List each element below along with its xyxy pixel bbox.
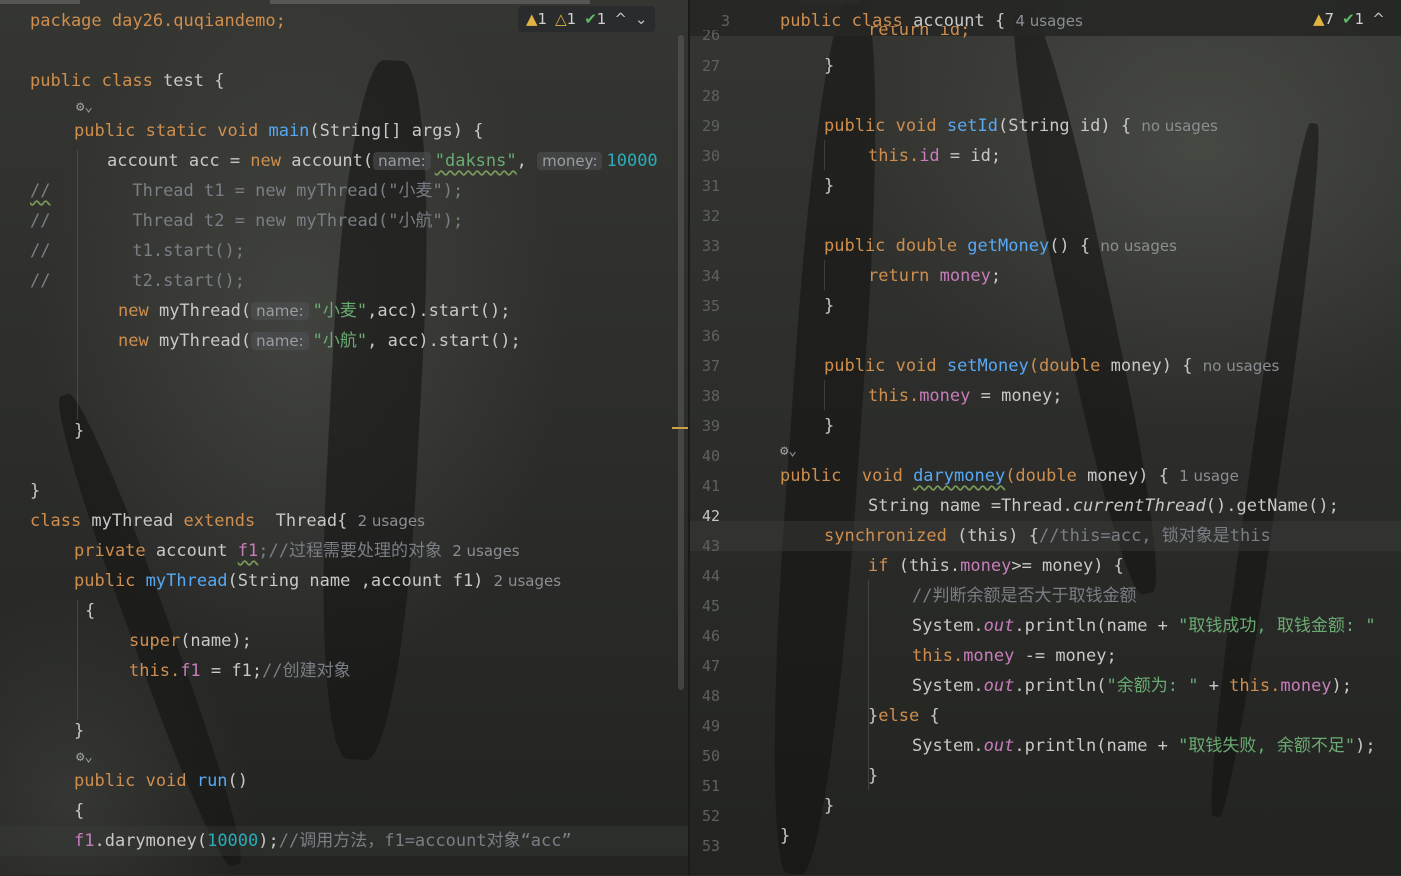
code-line[interactable]: public void setMoney(double money) { no …	[690, 351, 1401, 381]
code-line[interactable]: return id;	[690, 26, 1401, 40]
code-line[interactable]: public static void main(String[] args) {	[0, 116, 688, 146]
parameter-hint: money:	[537, 152, 603, 170]
parameter-hint: name:	[251, 302, 309, 320]
package-statement: package day26.quqiandemo;	[30, 11, 286, 31]
usages-hint[interactable]: 2 usages	[494, 572, 561, 590]
code-line[interactable]: //判断余额是否大于取钱金额	[690, 581, 1401, 611]
horizontal-scroll-indicator[interactable]	[270, 0, 590, 4]
usages-hint[interactable]: no usages	[1203, 357, 1280, 375]
code-line[interactable]: public void darymoney(double money) { 1 …	[690, 461, 1401, 491]
code-line[interactable]: System.out.println(name + "取钱成功, 取钱金额: "	[690, 611, 1401, 641]
code-line[interactable]: class myThread extends Thread{ 2 usages	[0, 506, 688, 536]
code-line[interactable]: f1.darymoney(10000);//调用方法，f1=account对象“…	[0, 826, 688, 856]
code-line[interactable]: this.money = money;	[690, 381, 1401, 411]
code-line[interactable]: this.id = id;	[690, 141, 1401, 171]
code-line[interactable]: private account f1;//过程需要处理的对象 2 usages	[0, 536, 688, 566]
parameter-hint: name:	[251, 332, 309, 350]
code-line[interactable]: }	[0, 476, 688, 506]
code-line[interactable]: }else {	[690, 701, 1401, 731]
code-line[interactable]: this.money -= money;	[690, 641, 1401, 671]
code-line[interactable]: new myThread(name: "小麦",acc).start();	[0, 296, 688, 326]
code-line[interactable]: }	[0, 416, 688, 446]
code-line[interactable]: this.f1 = f1;//创建对象	[0, 656, 688, 686]
usages-hint[interactable]: no usages	[1100, 237, 1177, 255]
parameter-hint: name:	[373, 152, 431, 170]
code-line[interactable]: public void run()	[0, 766, 688, 796]
code-line[interactable]: String name =Thread.currentThread().getN…	[690, 491, 1401, 521]
line-number: 28	[701, 87, 720, 105]
code-line[interactable]: public double getMoney() { no usages	[690, 231, 1401, 261]
code-line[interactable]: }	[690, 291, 1401, 321]
left-editor-pane[interactable]: ▲1 △1 ✔1 ^ ⌄ package day26.quqiandemo; p…	[0, 0, 688, 875]
code-line[interactable]: public void setId(String id) { no usages	[690, 111, 1401, 141]
code-line[interactable]: if (this.money>= money) {	[690, 551, 1401, 581]
code-line[interactable]: }	[690, 171, 1401, 201]
code-line[interactable]: }	[690, 761, 1401, 791]
usages-hint[interactable]: 2 usages	[452, 542, 519, 560]
code-line[interactable]: account acc = new account(name: "daksns",…	[0, 146, 688, 176]
usages-hint[interactable]: 1 usage	[1179, 467, 1239, 485]
code-line[interactable]: System.out.println("余额为: " + this.money)…	[690, 671, 1401, 701]
line-number: 36	[701, 327, 720, 345]
code-line[interactable]: // Thread t2 = new myThread("小航");	[0, 206, 688, 236]
code-line[interactable]: package day26.quqiandemo;	[0, 6, 688, 36]
code-line[interactable]: synchronized (this) {//this=acc, 锁对象是thi…	[690, 521, 1401, 551]
code-line[interactable]: new myThread(name: "小航", acc).start();	[0, 326, 688, 356]
code-line[interactable]: }	[690, 791, 1401, 821]
code-line[interactable]: public myThread(String name ,account f1)…	[0, 566, 688, 596]
code-line[interactable]: {	[0, 596, 688, 626]
code-line[interactable]: // Thread t1 = new myThread("小麦");	[0, 176, 688, 206]
line-number: 32	[701, 207, 720, 225]
code-line[interactable]: }	[690, 51, 1401, 81]
code-line[interactable]: // t2.start();	[0, 266, 688, 296]
code-line[interactable]: {	[0, 796, 688, 826]
usages-hint[interactable]: 2 usages	[358, 512, 425, 530]
horizontal-scroll-indicator[interactable]	[0, 0, 80, 4]
code-line[interactable]: return money;	[690, 261, 1401, 291]
usages-hint[interactable]: no usages	[1141, 117, 1218, 135]
code-line[interactable]: System.out.println(name + "取钱失败, 余额不足");	[690, 731, 1401, 761]
right-editor-pane[interactable]: 3 public class account { 4 usages ▲7 ✔1 …	[690, 0, 1401, 875]
code-line[interactable]: }	[690, 821, 1401, 851]
code-line[interactable]: super(name);	[0, 626, 688, 656]
code-line[interactable]: // t1.start();	[0, 236, 688, 266]
